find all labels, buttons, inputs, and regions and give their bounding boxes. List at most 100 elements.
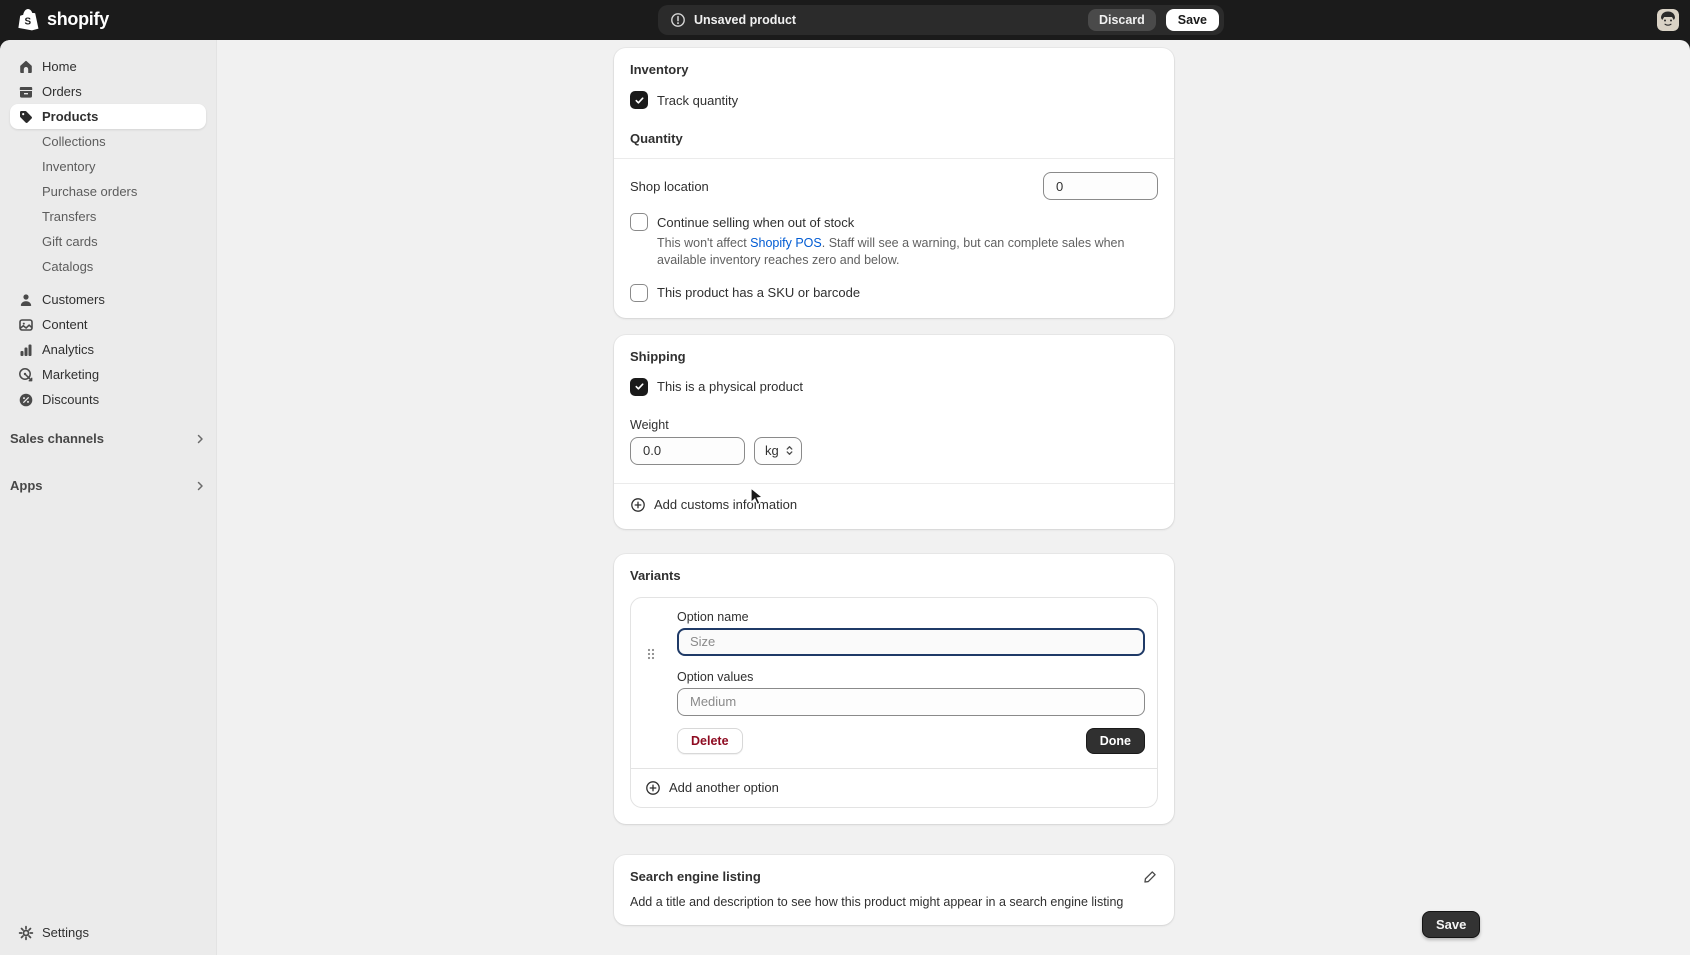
sidebar-item-catalogs[interactable]: Catalogs: [10, 254, 206, 279]
sidebar-item-settings[interactable]: Settings: [10, 920, 206, 945]
sidebar-item-gift-cards[interactable]: Gift cards: [10, 229, 206, 254]
sidebar-item-label: Purchase orders: [42, 184, 137, 199]
add-customs-link[interactable]: Add customs information: [630, 484, 1158, 513]
sidebar-item-home[interactable]: Home: [10, 54, 206, 79]
sku-row: This product has a SKU or barcode: [630, 284, 1158, 302]
option-name-input[interactable]: [677, 628, 1145, 656]
option-value-input[interactable]: [677, 688, 1145, 716]
continue-selling-label: Continue selling when out of stock: [657, 215, 854, 230]
sidebar-item-marketing[interactable]: Marketing: [10, 362, 206, 387]
sidebar-item-label: Catalogs: [42, 259, 93, 274]
sidebar-item-label: Settings: [42, 925, 89, 940]
shop-location-label: Shop location: [630, 179, 709, 194]
chevron-right-icon: [194, 433, 206, 445]
seo-title: Search engine listing: [630, 869, 761, 884]
save-button-topbar[interactable]: Save: [1166, 9, 1219, 31]
weight-label: Weight: [630, 418, 1158, 432]
sidebar-section-sales-channels[interactable]: Sales channels: [0, 426, 206, 451]
track-quantity-row: Track quantity: [630, 91, 1158, 109]
add-customs-label: Add customs information: [654, 497, 797, 512]
shopify-pos-link[interactable]: Shopify POS: [750, 236, 822, 250]
chevron-right-icon: [194, 480, 206, 492]
sidebar-item-analytics[interactable]: Analytics: [10, 337, 206, 362]
sidebar-item-orders[interactable]: Orders: [10, 79, 206, 104]
quantity-subtitle: Quantity: [630, 131, 1158, 146]
shipping-title: Shipping: [630, 349, 1158, 364]
updown-chevron-icon: [784, 445, 795, 456]
sidebar-item-label: Orders: [42, 84, 82, 99]
sidebar-item-label: Gift cards: [42, 234, 98, 249]
shop-location-row: Shop location: [630, 159, 1158, 213]
customers-icon: [18, 292, 34, 308]
weight-row: kg: [630, 437, 1158, 465]
plus-circle-icon: [645, 780, 661, 796]
sidebar-item-label: Collections: [42, 134, 106, 149]
option-values-label: Option values: [677, 670, 1145, 684]
physical-product-checkbox[interactable]: [630, 378, 648, 396]
sidebar-item-label: Transfers: [42, 209, 96, 224]
weight-input[interactable]: [630, 437, 745, 465]
sidebar-item-label: Discounts: [42, 392, 99, 407]
continue-selling-checkbox[interactable]: [630, 213, 648, 231]
add-another-option-link[interactable]: Add another option: [631, 768, 1157, 807]
sidebar-item-transfers[interactable]: Transfers: [10, 204, 206, 229]
shopify-admin-product-page: { "topbar": { "brand": "shopify", "statu…: [0, 0, 1690, 955]
sidebar-item-label: Marketing: [42, 367, 99, 382]
svg-text:S: S: [25, 16, 32, 27]
seo-card: Search engine listing Add a title and de…: [614, 855, 1174, 925]
content-icon: [18, 317, 34, 333]
plus-circle-icon: [630, 497, 646, 513]
done-option-button[interactable]: Done: [1086, 728, 1145, 754]
unsaved-status-label: Unsaved product: [694, 13, 796, 27]
avatar-image-icon: [1657, 9, 1679, 31]
sidebar-item-purchase-orders[interactable]: Purchase orders: [10, 179, 206, 204]
sku-checkbox[interactable]: [630, 284, 648, 302]
main-content: Inventory Track quantity Quantity Shop l…: [614, 48, 1174, 925]
track-quantity-checkbox[interactable]: [630, 91, 648, 109]
sidebar-section-apps[interactable]: Apps: [0, 473, 206, 498]
discounts-icon: [18, 392, 34, 408]
sidebar-item-collections[interactable]: Collections: [10, 129, 206, 154]
inventory-title: Inventory: [630, 62, 1158, 77]
topbar: S shopify Unsaved product Discard Save: [0, 0, 1690, 40]
marketing-icon: [18, 367, 34, 383]
store-avatar[interactable]: [1657, 9, 1679, 31]
option-editor: Option name Option values Delete Done: [631, 598, 1157, 768]
variants-card: Variants Option name Option values Delet…: [614, 554, 1174, 824]
sidebar-item-content[interactable]: Content: [10, 312, 206, 337]
edit-pencil-icon[interactable]: [1143, 869, 1158, 884]
save-button-footer[interactable]: Save: [1422, 911, 1480, 938]
variants-title: Variants: [630, 568, 1158, 583]
add-another-option-label: Add another option: [669, 780, 779, 795]
weight-unit-select[interactable]: kg: [754, 437, 802, 465]
alert-icon: [670, 12, 686, 28]
delete-option-button[interactable]: Delete: [677, 728, 743, 754]
sidebar-item-label: Content: [42, 317, 88, 332]
sidebar-item-customers[interactable]: Customers: [10, 287, 206, 312]
sidebar: Home Orders Products Collections Invento…: [0, 40, 217, 955]
apps-label: Apps: [10, 478, 43, 493]
physical-product-row: This is a physical product: [630, 378, 1158, 396]
continue-selling-help: This won't affect Shopify POS. Staff wil…: [657, 235, 1133, 270]
unsaved-status-bar: Unsaved product Discard Save: [658, 5, 1224, 35]
shopify-bag-icon: S: [16, 7, 41, 32]
sales-channels-label: Sales channels: [10, 431, 104, 446]
help-text-pre: This won't affect: [657, 236, 750, 250]
checkmark-icon: [634, 381, 645, 392]
discard-button[interactable]: Discard: [1088, 9, 1156, 31]
sidebar-item-label: Customers: [42, 292, 105, 307]
track-quantity-label: Track quantity: [657, 93, 738, 108]
sidebar-item-discounts[interactable]: Discounts: [10, 387, 206, 412]
sidebar-item-label: Home: [42, 59, 77, 74]
drag-handle-icon[interactable]: [646, 646, 656, 667]
option-buttons-row: Delete Done: [677, 728, 1145, 754]
option-name-label: Option name: [677, 610, 1145, 624]
analytics-icon: [18, 342, 34, 358]
seo-description: Add a title and description to see how t…: [630, 895, 1158, 909]
brand-wordmark: shopify: [47, 9, 109, 30]
sidebar-item-products[interactable]: Products: [10, 104, 206, 129]
sidebar-item-label: Products: [42, 109, 98, 124]
quantity-input[interactable]: [1043, 172, 1158, 200]
sku-label: This product has a SKU or barcode: [657, 285, 860, 300]
sidebar-item-inventory[interactable]: Inventory: [10, 154, 206, 179]
